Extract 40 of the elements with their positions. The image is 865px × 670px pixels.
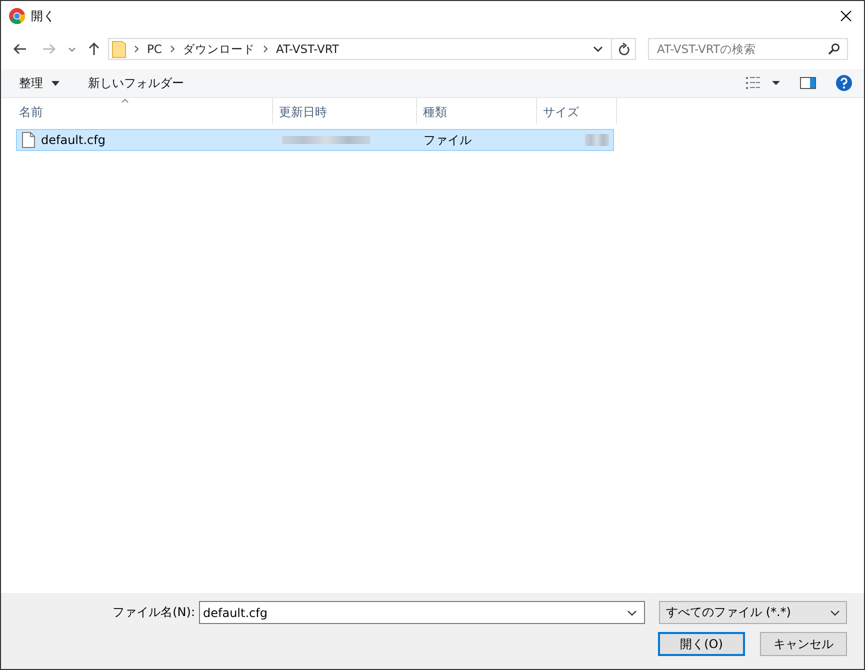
browser-logo-icon	[9, 8, 25, 24]
chevron-right-icon	[170, 45, 175, 53]
breadcrumb-item[interactable]: AT-VST-VRT	[276, 42, 340, 56]
file-name: default.cfg	[41, 133, 106, 147]
column-header[interactable]: 種類	[417, 98, 537, 124]
search-icon	[828, 43, 840, 55]
blurred-size-mark	[585, 134, 610, 146]
file-row[interactable]: default.cfg ファイル	[16, 129, 614, 151]
help-icon[interactable]	[836, 75, 852, 91]
breadcrumb-item[interactable]: ダウンロード	[182, 42, 255, 56]
chevron-right-icon	[134, 45, 139, 53]
chevron-down-icon	[830, 610, 840, 616]
column-header[interactable]: 更新日時	[273, 98, 417, 124]
column-header[interactable]: 名前	[1, 98, 273, 124]
close-icon[interactable]	[840, 10, 852, 22]
chevron-down-icon[interactable]	[627, 610, 637, 616]
search-field[interactable]: AT-VST-VRTの検索	[648, 38, 848, 60]
view-options-icon[interactable]	[746, 77, 780, 89]
preview-pane-icon[interactable]	[800, 77, 816, 89]
back-arrow-icon[interactable]	[13, 43, 27, 55]
file-name-label: ファイル名(N):	[112, 604, 195, 621]
up-arrow-icon[interactable]	[88, 42, 100, 56]
chevron-down-icon[interactable]	[593, 46, 603, 52]
file-type-dropdown[interactable]: すべてのファイル (*.*)	[659, 601, 847, 624]
forward-arrow-icon	[42, 43, 56, 55]
open-button[interactable]: 開く(O)	[658, 632, 745, 656]
new-folder-button[interactable]: 新しいフォルダー	[80, 72, 192, 94]
breadcrumb-item[interactable]: PC	[147, 42, 162, 56]
column-header[interactable]: サイズ	[537, 98, 617, 124]
organize-button[interactable]: 整理	[11, 72, 68, 94]
chevron-right-icon	[262, 45, 268, 53]
window-title: 開く	[31, 8, 55, 24]
file-icon	[22, 132, 35, 148]
caret-icon	[51, 80, 60, 86]
address-bar[interactable]: PC ダウンロード AT-VST-VRT	[108, 38, 636, 60]
folder-icon	[112, 40, 126, 58]
file-name-field[interactable]: default.cfg	[199, 601, 645, 624]
cancel-button[interactable]: キャンセル	[760, 632, 847, 656]
file-type: ファイル	[423, 132, 472, 148]
refresh-icon[interactable]	[618, 42, 630, 56]
